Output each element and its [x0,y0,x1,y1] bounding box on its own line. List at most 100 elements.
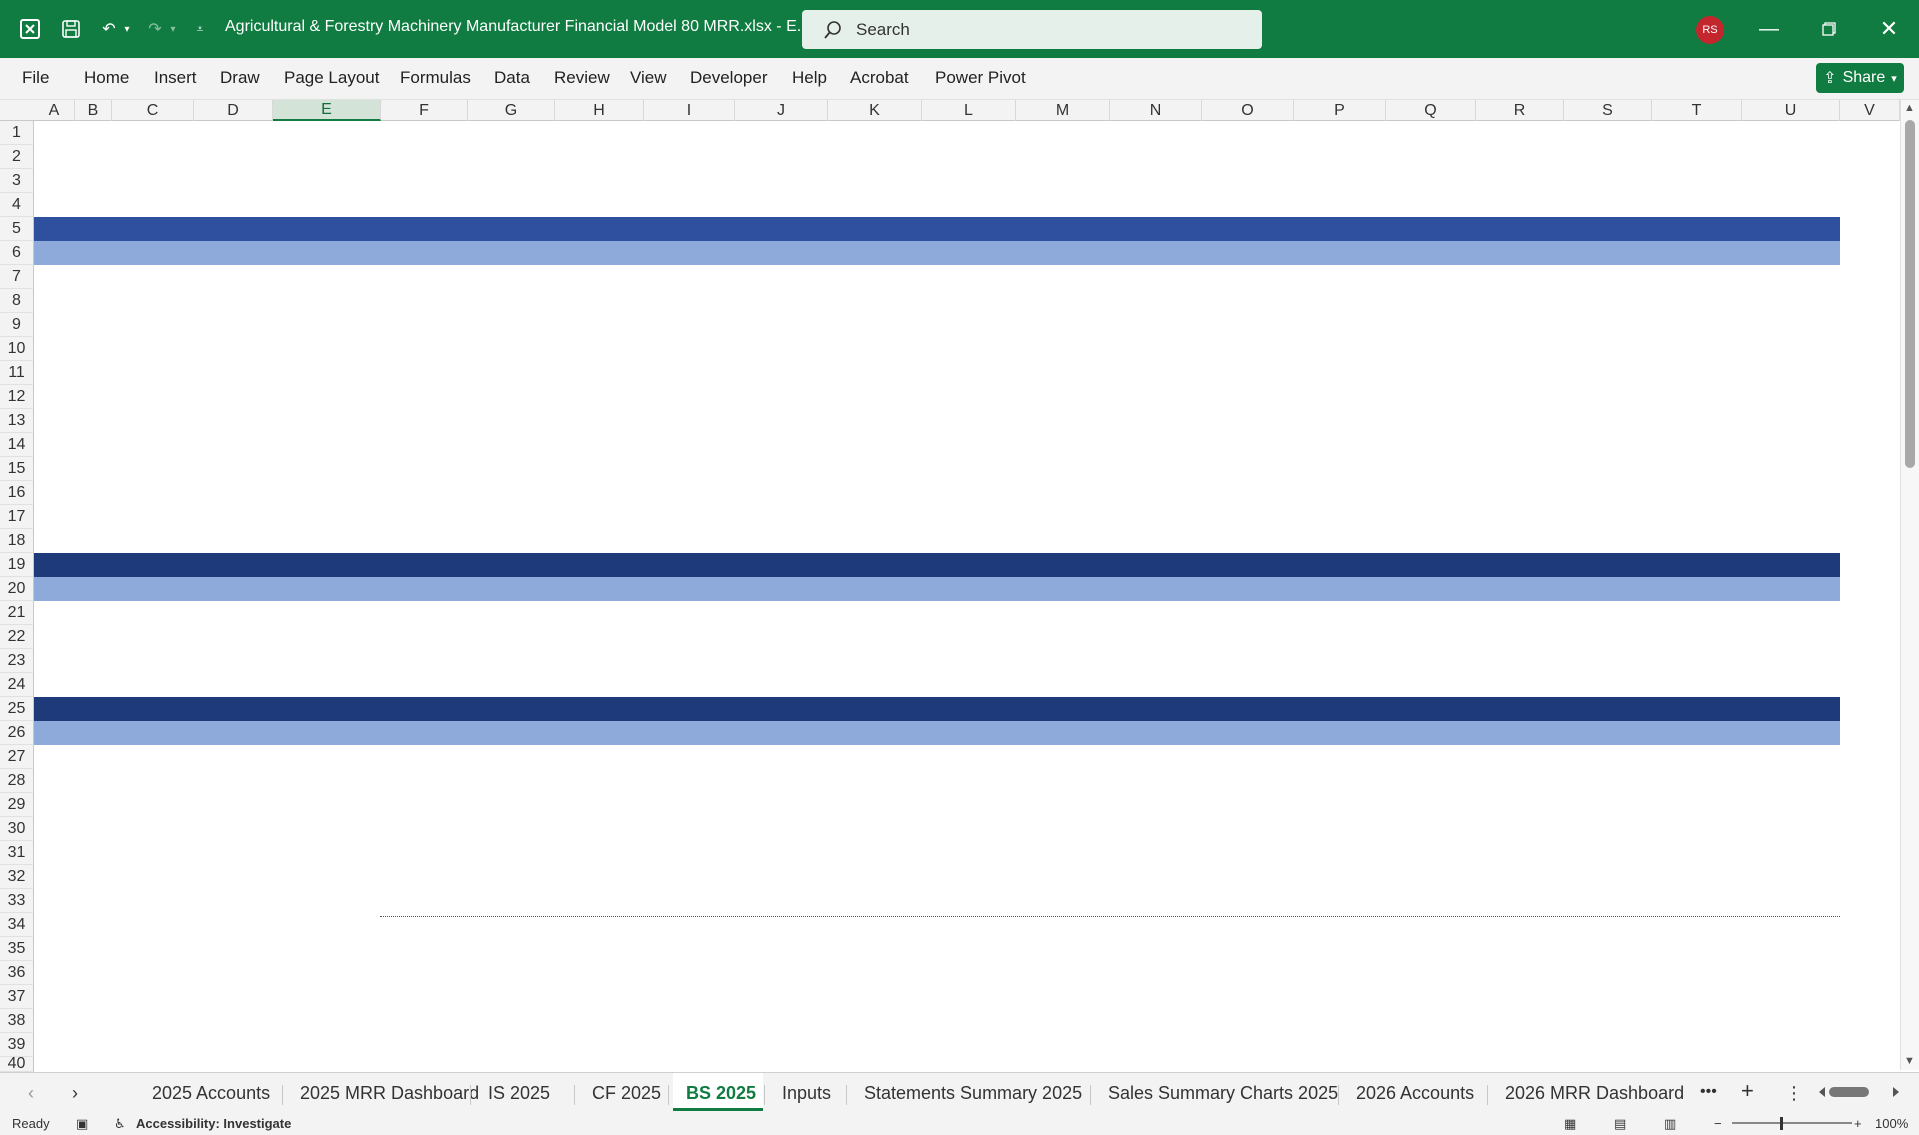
column-header-m[interactable]: M [1016,100,1110,121]
sheet-tab-bs-2025[interactable]: BS 2025 [686,1083,756,1104]
column-header-l[interactable]: L [922,100,1016,121]
menu-tab-review[interactable]: Review [554,68,610,88]
column-header-c[interactable]: C [112,100,194,121]
column-header-s[interactable]: S [1564,100,1652,121]
row-header-28[interactable]: 28 [0,769,34,793]
row-header-39[interactable]: 39 [0,1033,34,1057]
menu-tab-draw[interactable]: Draw [220,68,260,88]
row-header-15[interactable]: 15 [0,457,34,481]
column-header-f[interactable]: F [381,100,468,121]
normal-view-icon[interactable]: ▦ [1564,1116,1576,1132]
row-header-23[interactable]: 23 [0,649,34,673]
column-header-b[interactable]: B [75,100,112,121]
menu-tab-home[interactable]: Home [84,68,129,88]
row-header-37[interactable]: 37 [0,985,34,1009]
row-header-19[interactable]: 19 [0,553,34,577]
zoom-slider[interactable] [1732,1122,1852,1124]
sheet-options-icon[interactable]: ⋮ [1785,1083,1803,1104]
column-header-q[interactable]: Q [1386,100,1476,121]
prev-sheet-icon[interactable]: ‹ [28,1083,34,1104]
row-header-20[interactable]: 20 [0,577,34,601]
row-header-7[interactable]: 7 [0,265,34,289]
row-header-16[interactable]: 16 [0,481,34,505]
column-header-h[interactable]: H [555,100,644,121]
row-header-1[interactable]: 1 [0,121,34,145]
column-header-o[interactable]: O [1202,100,1294,121]
row-header-11[interactable]: 11 [0,361,34,385]
row-header-21[interactable]: 21 [0,601,34,625]
zoom-in-icon[interactable]: + [1854,1116,1862,1131]
row-header-17[interactable]: 17 [0,505,34,529]
macro-record-icon[interactable]: ▣ [76,1116,88,1132]
zoom-slider-thumb[interactable] [1780,1117,1783,1130]
column-header-u[interactable]: U [1742,100,1840,121]
row-header-5[interactable]: 5 [0,217,34,241]
sheet-tab-is-2025[interactable]: IS 2025 [488,1083,550,1104]
save-icon[interactable] [56,0,86,58]
row-header-13[interactable]: 13 [0,409,34,433]
zoom-level[interactable]: 100% [1875,1116,1908,1131]
row-header-29[interactable]: 29 [0,793,34,817]
sheet-tab-2026-accounts[interactable]: 2026 Accounts [1356,1083,1474,1104]
horizontal-scrollbar[interactable] [1815,1081,1903,1103]
column-header-r[interactable]: R [1476,100,1564,121]
next-sheet-icon[interactable]: › [72,1083,78,1104]
column-header-i[interactable]: I [644,100,735,121]
redo-dropdown-icon[interactable]: ▾ [166,0,180,58]
row-header-32[interactable]: 32 [0,865,34,889]
row-header-33[interactable]: 33 [0,889,34,913]
add-sheet-icon[interactable]: + [1741,1078,1754,1104]
row-header-18[interactable]: 18 [0,529,34,553]
more-sheets-icon[interactable]: ••• [1700,1083,1717,1101]
row-header-8[interactable]: 8 [0,289,34,313]
menu-tab-developer[interactable]: Developer [690,68,768,88]
sheet-tab-2025-mrr-dashboard[interactable]: 2025 MRR Dashboard [300,1083,479,1104]
menu-tab-help[interactable]: Help [792,68,827,88]
row-header-26[interactable]: 26 [0,721,34,745]
row-header-34[interactable]: 34 [0,913,34,937]
column-header-e[interactable]: E [273,100,381,121]
menu-tab-data[interactable]: Data [494,68,530,88]
page-layout-view-icon[interactable]: ▤ [1614,1116,1626,1132]
sheet-tab-2026-mrr-dashboard[interactable]: 2026 MRR Dashboard [1505,1083,1684,1104]
search-input[interactable]: Search [802,10,1262,49]
avatar[interactable]: RS [1696,16,1724,44]
row-header-35[interactable]: 35 [0,937,34,961]
row-header-4[interactable]: 4 [0,193,34,217]
menu-tab-acrobat[interactable]: Acrobat [850,68,909,88]
menu-tab-formulas[interactable]: Formulas [400,68,471,88]
sheet-tab-2025-accounts[interactable]: 2025 Accounts [152,1083,270,1104]
row-header-31[interactable]: 31 [0,841,34,865]
row-header-9[interactable]: 9 [0,313,34,337]
row-header-2[interactable]: 2 [0,145,34,169]
accessibility-icon[interactable]: ♿ [114,1116,126,1132]
column-header-a[interactable]: A [34,100,75,121]
row-header-40[interactable]: 40 [0,1055,34,1072]
row-header-3[interactable]: 3 [0,169,34,193]
row-header-6[interactable]: 6 [0,241,34,265]
close-icon[interactable]: ✕ [1874,0,1904,58]
restore-icon[interactable] [1814,0,1844,58]
menu-tab-view[interactable]: View [630,68,667,88]
menu-tab-insert[interactable]: Insert [154,68,197,88]
row-header-27[interactable]: 27 [0,745,34,769]
column-header-n[interactable]: N [1110,100,1202,121]
page-break-view-icon[interactable]: ▥ [1664,1116,1676,1132]
column-header-t[interactable]: T [1652,100,1742,121]
column-header-d[interactable]: D [194,100,273,121]
minimize-icon[interactable]: — [1754,0,1784,58]
row-header-22[interactable]: 22 [0,625,34,649]
column-header-j[interactable]: J [735,100,828,121]
customize-toolbar-icon[interactable]: ⩡ [190,0,210,58]
scroll-up-icon[interactable]: ▲ [1904,102,1915,114]
row-header-36[interactable]: 36 [0,961,34,985]
column-header-g[interactable]: G [468,100,555,121]
menu-tab-file[interactable]: File [22,68,49,88]
row-header-12[interactable]: 12 [0,385,34,409]
zoom-out-icon[interactable]: − [1714,1116,1722,1131]
row-header-10[interactable]: 10 [0,337,34,361]
column-header-p[interactable]: P [1294,100,1386,121]
row-header-24[interactable]: 24 [0,673,34,697]
sheet-tab-statements-summary-2025[interactable]: Statements Summary 2025 [864,1083,1082,1104]
vertical-scrollbar[interactable]: ▲ ▼ [1900,100,1919,1070]
